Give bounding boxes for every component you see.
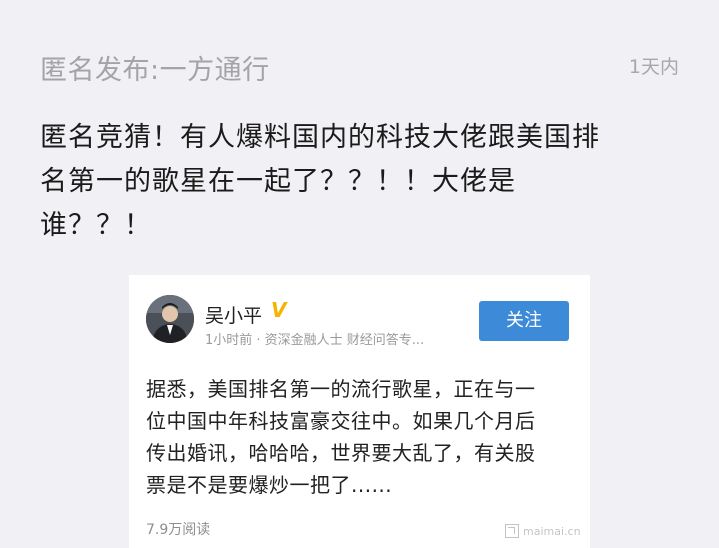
post-text-line: 谁？？！ xyxy=(40,210,152,241)
screenshot-card[interactable]: 吴小平 V 1小时前 · 资深金融人士 财经问答专... 关注 据悉，美国排名第… xyxy=(129,275,590,548)
post-body[interactable]: 匿名竞猜！有人爆料国内的科技大佬跟美国排 名第一的歌星在一起了？？！！大佬是 谁… xyxy=(40,116,680,248)
author-name[interactable]: 吴小平 xyxy=(205,301,262,328)
card-content-line: 传出婚讯，哈哈哈，世界要大乱了，有关股 xyxy=(146,441,536,465)
card-content: 据悉，美国排名第一的流行歌星，正在与一 位中国中年科技富豪交往中。如果几个月后 … xyxy=(146,373,576,501)
avatar-image xyxy=(146,295,194,343)
author-meta: 1小时前 · 资深金融人士 财经问答专... xyxy=(205,333,425,348)
post-header: 匿名发布:一方通行 1天内 xyxy=(0,0,719,100)
watermark-text: maimai.cn xyxy=(523,524,581,538)
watermark: maimai.cn xyxy=(505,524,581,538)
maimai-logo-icon xyxy=(505,524,519,538)
post-text-line: 匿名竞猜！有人爆料国内的科技大佬跟美国排 xyxy=(40,122,600,153)
post-text-line: 名第一的歌星在一起了？？！！大佬是 xyxy=(40,166,516,197)
read-count: 7.9万阅读 xyxy=(146,522,211,538)
card-content-line: 票是不是要爆炒一把了...... xyxy=(146,473,393,497)
card-content-line: 据悉，美国排名第一的流行歌星，正在与一 xyxy=(146,377,536,401)
verified-v-icon: V xyxy=(271,298,287,322)
post-time: 1天内 xyxy=(628,56,679,78)
follow-button[interactable]: 关注 xyxy=(479,301,569,341)
avatar[interactable] xyxy=(146,295,194,343)
card-content-line: 位中国中年科技富豪交往中。如果几个月后 xyxy=(146,409,536,433)
poster-name[interactable]: 匿名发布:一方通行 xyxy=(40,48,270,87)
